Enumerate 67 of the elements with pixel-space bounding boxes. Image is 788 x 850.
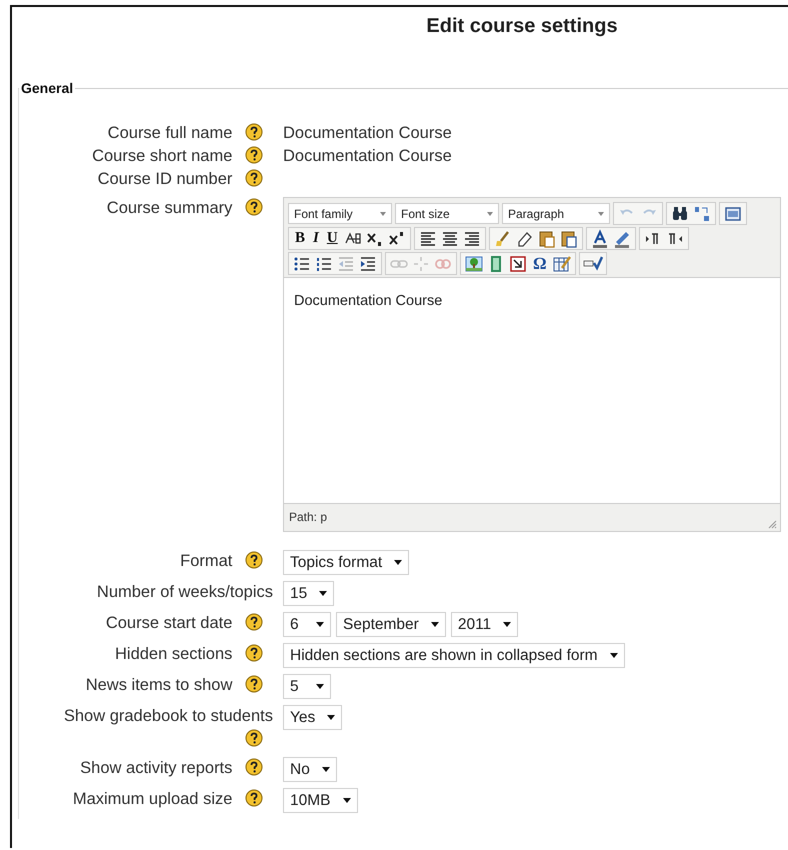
select-dropdown[interactable]: Yes xyxy=(283,705,342,730)
field-label: Course ID number xyxy=(98,170,232,188)
select-dropdown[interactable]: 6 xyxy=(283,612,331,637)
help-icon[interactable] xyxy=(245,551,263,570)
spellcheck-icon[interactable] xyxy=(582,254,603,274)
select-dropdown[interactable]: September xyxy=(336,612,446,637)
help-icon[interactable] xyxy=(245,123,263,142)
field-label: News items to show xyxy=(86,676,232,694)
caret-icon xyxy=(316,684,324,689)
caret-icon xyxy=(430,622,439,627)
field-label: Hidden sections xyxy=(115,645,232,663)
field-value: Documentation Course xyxy=(283,147,452,165)
section-legend: General xyxy=(19,80,76,96)
underline-button[interactable]: U xyxy=(324,228,341,248)
omega-button[interactable]: Ω xyxy=(530,254,550,274)
select-dropdown[interactable]: 15 xyxy=(283,581,334,606)
caret-icon xyxy=(486,210,494,216)
help-icon[interactable] xyxy=(245,169,263,188)
caret-icon xyxy=(316,622,324,627)
caret-icon xyxy=(503,622,512,627)
caret-icon xyxy=(327,715,336,720)
field-label: Show gradebook to students xyxy=(64,707,273,725)
select-dropdown[interactable]: 5 xyxy=(283,674,331,699)
help-icon[interactable] xyxy=(245,613,263,632)
help-icon[interactable] xyxy=(245,675,263,694)
table-edit-icon[interactable] xyxy=(552,254,572,274)
caret-icon xyxy=(322,767,330,772)
select-dropdown[interactable]: 2011 xyxy=(450,612,518,637)
field-label: Format xyxy=(180,552,232,570)
toolbar-dropdown[interactable]: Paragraph xyxy=(502,203,610,224)
caret-icon xyxy=(379,210,387,216)
page-title: Edit course settings xyxy=(426,15,618,38)
editor-text: Documentation Course xyxy=(294,293,442,309)
help-icon[interactable] xyxy=(245,758,263,776)
status-path: Path: p xyxy=(289,509,328,526)
resize-grip-icon[interactable] xyxy=(767,519,777,529)
field-label: Course start date xyxy=(106,614,232,632)
select-dropdown[interactable]: 10MB xyxy=(283,788,358,813)
field-label: Show activity reports xyxy=(80,759,232,777)
field-label: Course summary xyxy=(106,199,232,217)
select-dropdown[interactable]: Hidden sections are shown in collapsed form xyxy=(283,643,625,668)
caret-icon xyxy=(597,210,605,216)
help-icon[interactable] xyxy=(245,729,263,748)
help-icon[interactable] xyxy=(245,644,263,662)
toolbar-dropdown[interactable]: Font size xyxy=(395,203,499,224)
caret-icon xyxy=(342,798,350,803)
toolbar-dropdown[interactable]: Font family xyxy=(288,203,392,224)
help-icon[interactable] xyxy=(245,146,263,164)
help-icon[interactable] xyxy=(245,789,263,808)
select-dropdown[interactable]: Topics format xyxy=(283,550,410,575)
field-label: Maximum upload size xyxy=(72,790,232,808)
paste-text-icon[interactable] xyxy=(536,228,557,248)
caret-icon xyxy=(319,591,328,596)
select-dropdown[interactable]: No xyxy=(283,757,337,782)
paste-word-icon[interactable] xyxy=(558,228,579,248)
field-value: Documentation Course xyxy=(283,124,452,142)
field-label: Course short name xyxy=(92,147,232,165)
field-label: Number of weeks/topics xyxy=(96,583,273,601)
help-icon[interactable] xyxy=(245,198,263,216)
editor-text-area[interactable]: Documentation Course xyxy=(284,278,780,503)
image-icon[interactable] xyxy=(464,254,484,274)
embed-icon[interactable] xyxy=(508,254,528,274)
caret-icon xyxy=(610,653,618,658)
italic-button[interactable]: I xyxy=(310,228,322,248)
caret-icon xyxy=(394,560,402,565)
bold-button[interactable]: B xyxy=(292,228,308,248)
field-label: Course full name xyxy=(108,124,232,142)
